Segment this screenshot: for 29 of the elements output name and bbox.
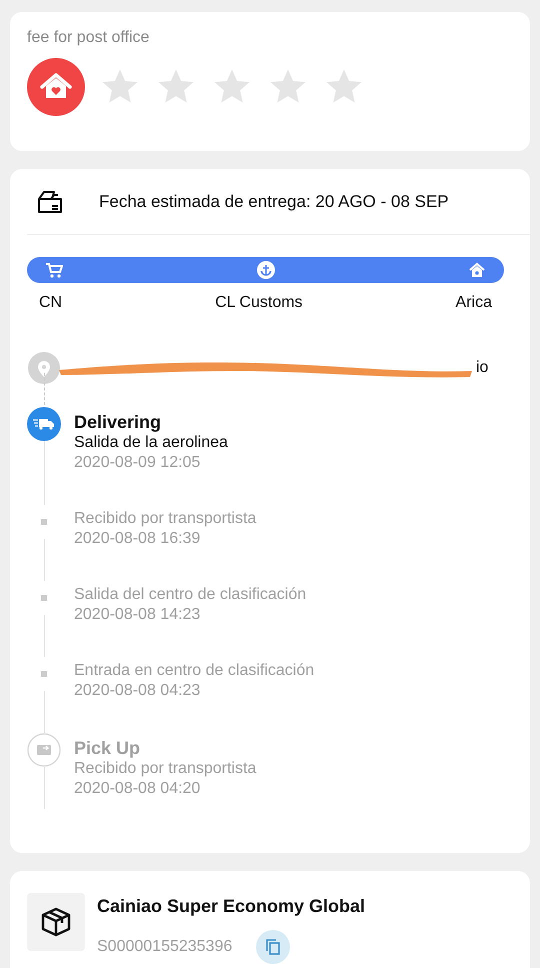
event-title: Pick Up [74,737,142,759]
address-text: io [476,358,488,378]
package-icon [27,893,85,951]
event-time: 2020-08-08 16:39 [74,529,202,549]
event-time: 2020-08-08 04:23 [74,681,202,701]
event-title: Delivering [74,411,162,433]
route-stop: CN [39,293,62,313]
delivery-box-icon [37,188,63,214]
event-description: Recibido por transportista [74,509,256,529]
anchor-icon [256,261,274,279]
event-description: Entrada en centro de clasificación [74,661,314,681]
event-description: Recibido por transportista [74,759,256,779]
tracking-number: S00000155235396 [97,937,232,957]
copy-icon [265,939,282,955]
house-icon [468,261,486,279]
route-stop: CL Customs [215,293,303,313]
event-time: 2020-08-08 04:20 [74,779,202,799]
event-time: 2020-08-08 14:23 [74,605,202,625]
event-time: 2020-08-09 12:05 [74,453,202,473]
copy-button[interactable] [256,930,290,964]
rating-label: fee for post office [27,28,150,48]
event-description: Salida del centro de clasificación [74,585,306,605]
route-stop: Arica [456,293,492,313]
carrier-name: Cainiao Super Economy Global [97,895,366,918]
event-description: Salida de la aerolinea [74,433,228,453]
delivery-estimate: Fecha estimada de entrega: 20 AGO - 08 SEP [99,190,449,213]
truck-icon [27,407,61,441]
parcel-icon [27,733,61,767]
cart-icon [45,261,63,279]
